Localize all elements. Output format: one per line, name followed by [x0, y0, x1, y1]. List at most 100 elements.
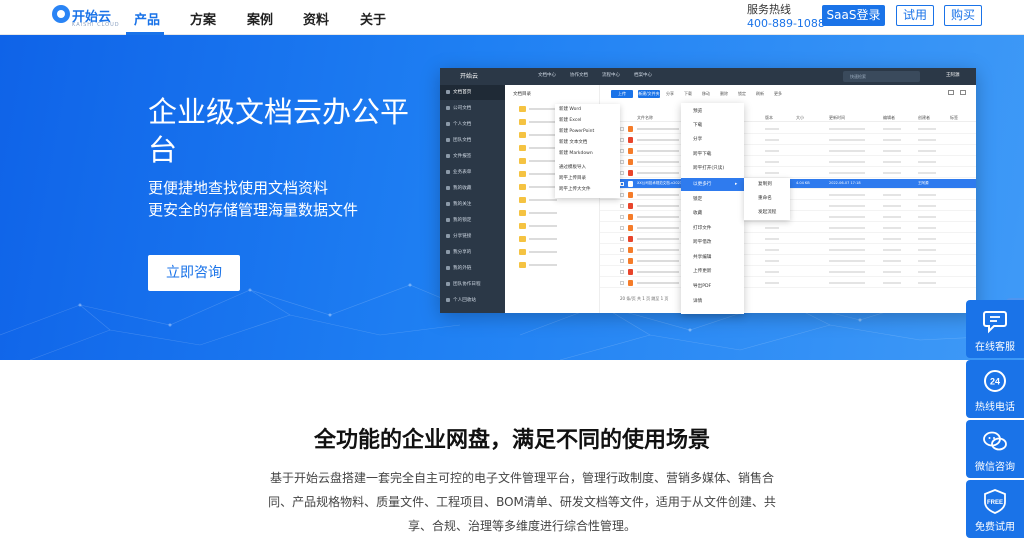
- folder-icon: [519, 197, 526, 203]
- folder-icon: [519, 184, 526, 190]
- column-header: 文件名称: [637, 115, 653, 120]
- app-preview-tool: 移动: [702, 91, 710, 96]
- app-preview-sidebar-item: 文档首页: [440, 85, 505, 100]
- app-preview-tree-title: 文档目录: [513, 92, 531, 97]
- sidebar-dot-icon: [446, 265, 450, 270]
- app-preview-sidebar-item: 个人文档: [440, 117, 505, 132]
- app-preview-top-item: 文档中心: [538, 73, 556, 78]
- context-menu-item-active: 以更多行 ▸: [681, 178, 744, 192]
- row-checkbox: [620, 248, 624, 252]
- app-preview-sub-menu: 复制到 重命名 发起流程: [744, 178, 790, 220]
- row-placeholder: [765, 271, 779, 273]
- app-preview-sidebar-item: 我的收藏: [440, 181, 505, 196]
- new-menu-item: 跨平上传目录: [559, 176, 586, 181]
- file-icon: [628, 236, 633, 242]
- app-preview-sidebar-label: 我的外链: [453, 266, 472, 271]
- row-placeholder: [765, 172, 779, 174]
- file-icon: [628, 269, 633, 275]
- row-placeholder: [637, 216, 679, 218]
- file-icon: [628, 214, 633, 220]
- row-placeholder: [637, 128, 679, 130]
- free-icon: FREE: [984, 489, 1006, 514]
- app-preview-search: 快速检索: [843, 71, 920, 82]
- nav-item-about[interactable]: 关于: [360, 9, 386, 28]
- row-placeholder: [829, 128, 865, 130]
- brand-logo[interactable]: 开始云 KAISHI CLOUD: [52, 5, 119, 29]
- sidebar-dot-icon: [446, 297, 450, 302]
- row-placeholder: [883, 271, 901, 273]
- tree-row-placeholder: [529, 264, 557, 266]
- app-preview-new-button: 新建/文件夹: [638, 90, 660, 98]
- online-service-button[interactable]: 在线客服: [966, 300, 1024, 358]
- row-placeholder: [883, 238, 901, 240]
- row-placeholder: [829, 216, 865, 218]
- row-placeholder: [883, 172, 901, 174]
- sidebar-dot-icon: [446, 201, 450, 206]
- app-preview-sidebar-item: 文件报签: [440, 149, 505, 164]
- file-icon: [628, 258, 633, 264]
- row-placeholder: [883, 282, 901, 284]
- tree-row: [515, 235, 595, 244]
- sidebar-dot-icon: [446, 137, 450, 142]
- row-placeholder: [829, 172, 865, 174]
- tree-row: [515, 248, 595, 257]
- selected-file-size: 4.04 KB: [796, 181, 810, 185]
- tree-row-placeholder: [529, 147, 557, 149]
- row-placeholder: [637, 260, 679, 262]
- hotline-number[interactable]: 400-889-1088: [747, 17, 825, 30]
- row-placeholder: [883, 249, 901, 251]
- app-preview-context-menu: 预览 下载 分享 跨平下载 跨平打开(只读) 以更多行 ▸ 锁定 收藏 打印文件 …: [681, 103, 744, 314]
- table-row: [600, 124, 976, 134]
- sidebar-dot-icon: [446, 233, 450, 238]
- hotline-phone-button[interactable]: 24 热线电话: [966, 360, 1024, 418]
- tree-row: [515, 261, 595, 270]
- row-placeholder: [637, 205, 679, 207]
- new-menu-item: 新建 Word: [559, 107, 581, 112]
- folder-icon: [519, 262, 526, 268]
- nav-item-cases[interactable]: 案例: [247, 9, 273, 28]
- column-header: 版本: [765, 115, 773, 120]
- row-placeholder: [829, 227, 865, 229]
- saas-login-button[interactable]: SaaS登录: [822, 5, 885, 26]
- sub-menu-item: 复制到: [758, 182, 772, 187]
- wechat-icon: [983, 431, 1007, 451]
- column-header: 更新时间: [829, 115, 845, 120]
- selected-file-time: 2022-06-07 17:18: [829, 181, 861, 185]
- row-checkbox: [620, 182, 624, 186]
- free-trial-button[interactable]: FREE 免费试用: [966, 480, 1024, 538]
- row-checkbox: [620, 226, 624, 230]
- app-preview-sidebar-item: 我的关注: [440, 197, 505, 212]
- context-menu-item: 跨平打开(只读): [693, 166, 725, 171]
- nav-item-solutions[interactable]: 方案: [190, 9, 216, 28]
- wechat-consult-button[interactable]: 微信咨询: [966, 420, 1024, 478]
- row-placeholder: [883, 260, 901, 262]
- row-placeholder: [637, 238, 679, 240]
- tree-row-placeholder: [529, 225, 557, 227]
- row-placeholder: [637, 172, 679, 174]
- new-menu-item: 通过模板导入: [559, 165, 586, 170]
- hero-subtitle: 更便捷地查找使用文档资料 更安全的存储管理海量数据文件: [148, 177, 358, 221]
- trial-button[interactable]: 试用: [896, 5, 934, 26]
- file-icon: [628, 192, 633, 198]
- tree-row-placeholder: [529, 160, 557, 162]
- row-placeholder: [883, 194, 901, 196]
- app-preview-sidebar-item: 分享链接: [440, 229, 505, 244]
- file-icon: [628, 170, 633, 176]
- row-placeholder: [829, 194, 865, 196]
- table-row: [600, 146, 976, 156]
- file-icon: [628, 280, 633, 286]
- row-placeholder: [918, 205, 936, 207]
- hero-title: 企业级文档云办公平台: [148, 95, 410, 167]
- nav-item-resources[interactable]: 资料: [303, 9, 329, 28]
- submenu-arrow-icon: ▸: [735, 182, 738, 187]
- app-preview-sidebar-label: 我的关注: [453, 202, 472, 207]
- section-title: 全功能的企业网盘，满足不同的使用场景: [313, 428, 710, 453]
- nav-item-product[interactable]: 产品: [134, 9, 160, 28]
- row-placeholder: [765, 227, 779, 229]
- consult-now-button[interactable]: 立即咨询: [148, 255, 240, 291]
- sidebar-dot-icon: [446, 249, 450, 254]
- sidebar-dot-icon: [446, 153, 450, 158]
- row-placeholder: [637, 249, 679, 251]
- buy-button[interactable]: 购买: [944, 5, 982, 26]
- section-description: 基于开始云盘搭建一套完全自主可控的电子文件管理平台，管理行政制度、营销多媒体、销…: [268, 471, 776, 533]
